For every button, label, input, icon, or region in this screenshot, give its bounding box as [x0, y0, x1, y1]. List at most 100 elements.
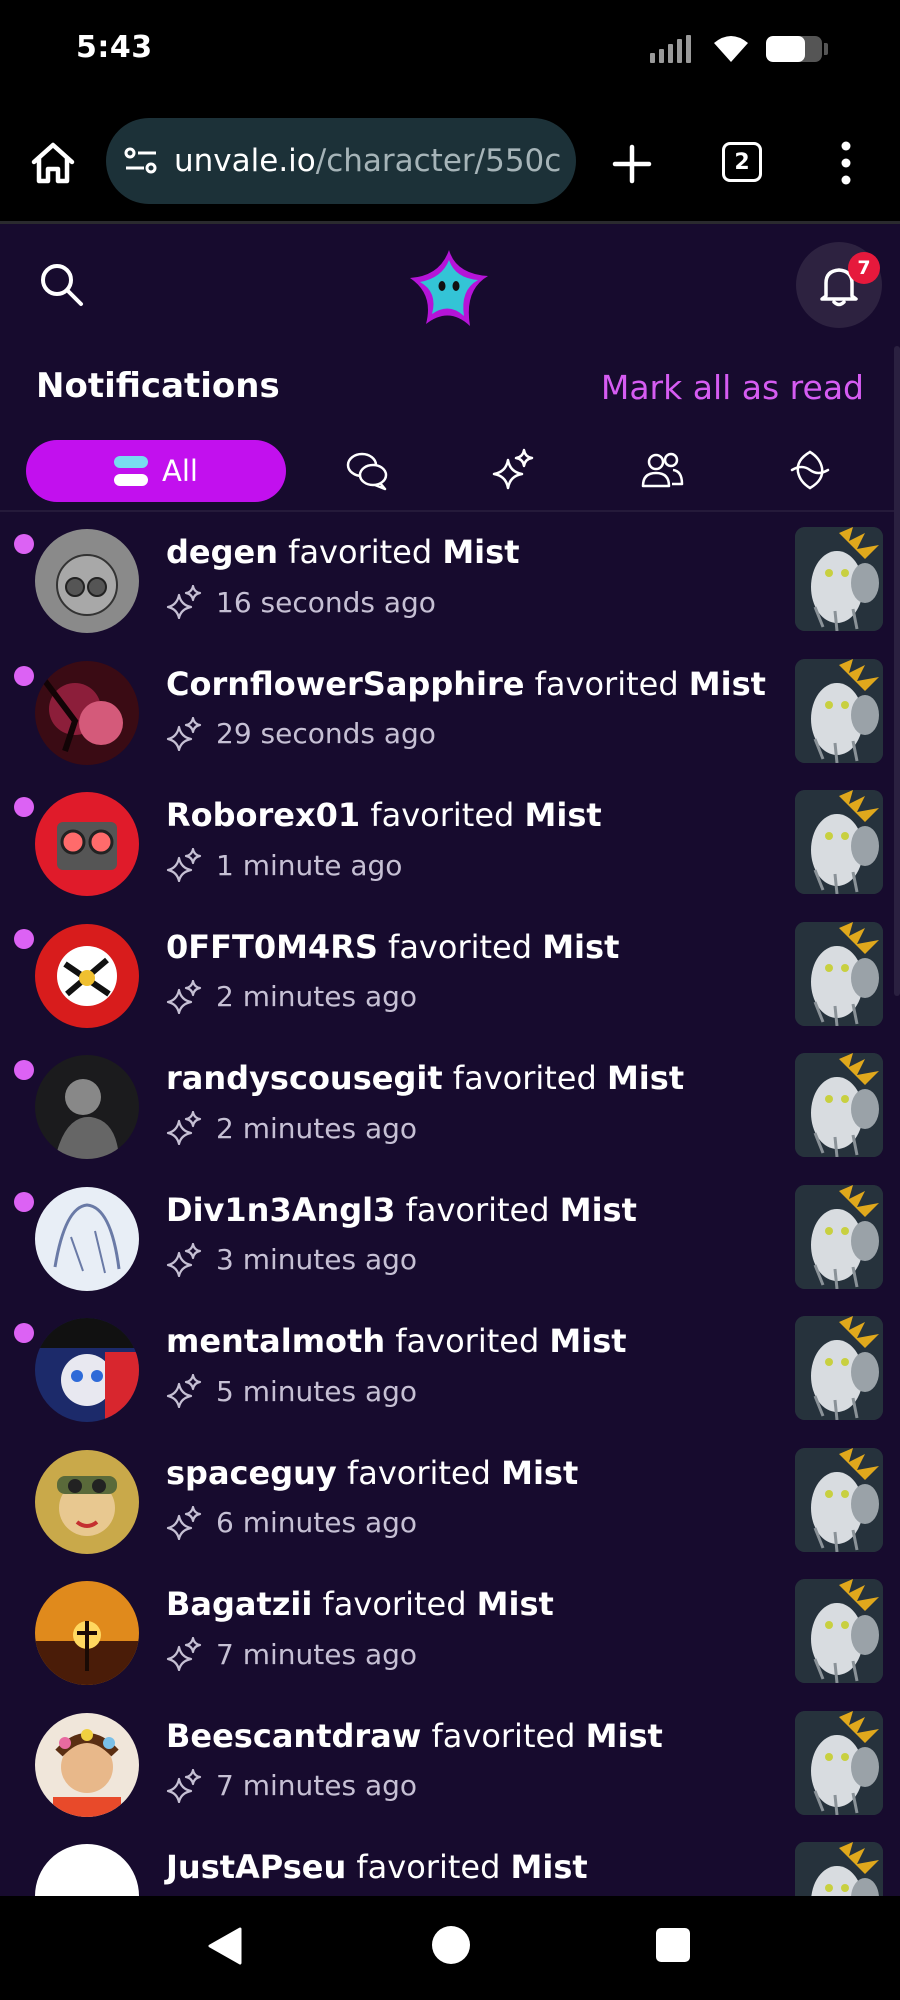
address-bar[interactable]: unvale.io/character/550c	[106, 118, 576, 204]
character-thumbnail[interactable]	[795, 1053, 883, 1157]
action-text: favorited	[346, 1453, 491, 1492]
character-name[interactable]: Mist	[525, 796, 602, 834]
avatar[interactable]	[35, 529, 139, 633]
avatar[interactable]	[35, 1712, 139, 1817]
character-name[interactable]: Mist	[586, 1717, 663, 1755]
notification-item[interactable]: Beescantdraw favorited Mist 7 minutes ago	[0, 1703, 900, 1834]
character-thumbnail[interactable]	[795, 1579, 883, 1683]
avatar[interactable]	[35, 1318, 139, 1422]
character-thumbnail[interactable]	[795, 1447, 883, 1552]
username[interactable]: degen	[166, 533, 278, 571]
scrollbar[interactable]	[894, 346, 900, 996]
site-settings-icon[interactable]	[124, 146, 158, 176]
character-thumbnail[interactable]	[795, 921, 883, 1026]
time-text: 7 minutes ago	[216, 1769, 418, 1802]
tab-switcher-button[interactable]: 2	[722, 142, 762, 182]
username[interactable]: 0FFT0M4RS	[166, 928, 378, 966]
character-name[interactable]: Mist	[501, 1454, 578, 1492]
action-text: favorited	[288, 533, 433, 571]
tab-all[interactable]: All	[26, 440, 286, 502]
username[interactable]: Div1n3Angl3	[166, 1191, 395, 1229]
notification-item[interactable]: 0FFT0M4RS favorited Mist 2 minutes ago	[0, 914, 900, 1045]
avatar[interactable]	[35, 1055, 139, 1159]
users-icon[interactable]	[640, 448, 684, 492]
chat-icon[interactable]	[345, 448, 389, 492]
logo-star-icon[interactable]	[404, 244, 494, 334]
notification-text: Div1n3Angl3 favorited Mist	[166, 1191, 637, 1229]
character-name[interactable]: Mist	[442, 533, 519, 571]
notification-item[interactable]: Div1n3Angl3 favorited Mist 3 minutes ago	[0, 1177, 900, 1308]
action-text: favorited	[356, 1848, 501, 1886]
character-name[interactable]: Mist	[689, 665, 766, 703]
notification-text: mentalmoth favorited Mist	[166, 1322, 627, 1360]
character-thumbnail[interactable]	[795, 1316, 883, 1420]
notification-item[interactable]: Bagatzii favorited Mist 7 minutes ago	[0, 1571, 900, 1702]
character-name[interactable]: Mist	[542, 928, 619, 966]
username[interactable]: JustAPseu	[166, 1848, 346, 1886]
notification-item[interactable]: randyscousegit favorited Mist 2 minutes a…	[0, 1045, 900, 1176]
avatar[interactable]	[35, 1844, 139, 1896]
unread-dot	[14, 665, 34, 686]
character-thumbnail[interactable]	[795, 527, 883, 631]
notification-time: 2 minutes ago	[166, 979, 418, 1014]
more-menu-icon[interactable]	[836, 138, 856, 188]
notifications-button[interactable]: 7	[796, 242, 882, 328]
favorite-sparkles-icon	[166, 1242, 202, 1277]
avatar[interactable]	[35, 1186, 139, 1291]
tab-all-label: All	[162, 454, 198, 488]
character-thumbnail[interactable]	[795, 1842, 883, 1896]
notification-time: 6 minutes ago	[166, 1505, 417, 1540]
notification-text: Beescantdraw favorited Mist	[166, 1717, 663, 1755]
swirl-icon[interactable]	[788, 448, 832, 492]
avatar[interactable]	[35, 1449, 139, 1554]
notification-item[interactable]: Roborex01 favorited Mist 1 minute ago	[0, 782, 900, 913]
action-text: favorited	[370, 796, 515, 834]
username[interactable]: spaceguy	[166, 1454, 337, 1492]
username[interactable]: randyscousegit	[166, 1059, 443, 1097]
character-name[interactable]: Mist	[607, 1059, 684, 1097]
favorite-sparkles-icon	[166, 1637, 202, 1671]
action-text: favorited	[405, 1190, 550, 1229]
notification-time: 3 minutes ago	[166, 1242, 417, 1277]
notification-time: 7 minutes ago	[166, 1768, 418, 1803]
character-thumbnail[interactable]	[795, 658, 883, 763]
notification-item[interactable]: spaceguy favorited Mist 6 minutes ago	[0, 1440, 900, 1571]
avatar[interactable]	[35, 660, 139, 765]
avatar[interactable]	[35, 1581, 139, 1685]
recents-button[interactable]	[656, 1928, 690, 1962]
notification-item[interactable]: mentalmoth favorited Mist 5 minutes ago	[0, 1308, 900, 1439]
notification-item[interactable]: JustAPseu favorited Mist	[0, 1834, 900, 1896]
signal-icon	[650, 35, 691, 63]
page-title: Notifications	[36, 366, 280, 406]
character-name[interactable]: Mist	[549, 1322, 626, 1360]
time-text: 7 minutes ago	[216, 1637, 418, 1671]
username[interactable]: Roborex01	[166, 796, 360, 834]
character-thumbnail[interactable]	[795, 790, 883, 894]
character-thumbnail[interactable]	[795, 1710, 883, 1815]
character-thumbnail[interactable]	[795, 1184, 883, 1289]
search-icon[interactable]	[36, 259, 86, 309]
character-name[interactable]: Mist	[477, 1585, 554, 1623]
battery-icon	[766, 36, 822, 62]
character-name[interactable]: Mist	[511, 1848, 588, 1886]
username[interactable]: CornflowerSapphire	[166, 665, 524, 703]
url-host: unvale.io	[174, 143, 316, 179]
avatar[interactable]	[35, 792, 139, 896]
back-icon[interactable]	[206, 1926, 244, 1966]
username[interactable]: mentalmoth	[166, 1322, 385, 1360]
home-icon[interactable]	[28, 138, 78, 188]
home-button[interactable]	[432, 1926, 470, 1964]
character-name[interactable]: Mist	[560, 1191, 637, 1229]
username[interactable]: Beescantdraw	[166, 1717, 421, 1755]
username[interactable]: Bagatzii	[166, 1585, 312, 1623]
favorite-sparkles-icon	[166, 716, 202, 751]
notification-item[interactable]: degen favorited Mist 16 seconds ago	[0, 519, 900, 650]
url-text: unvale.io/character/550c	[174, 143, 561, 179]
avatar[interactable]	[35, 923, 139, 1028]
mark-all-read-link[interactable]: Mark all as read	[601, 368, 864, 407]
favorite-sparkles-icon	[166, 585, 202, 619]
time-text: 2 minutes ago	[216, 980, 418, 1013]
notification-item[interactable]: CornflowerSapphire favorited Mist 29 seco…	[0, 651, 900, 782]
new-tab-icon[interactable]	[612, 144, 652, 184]
sparkles-icon[interactable]	[492, 448, 536, 492]
